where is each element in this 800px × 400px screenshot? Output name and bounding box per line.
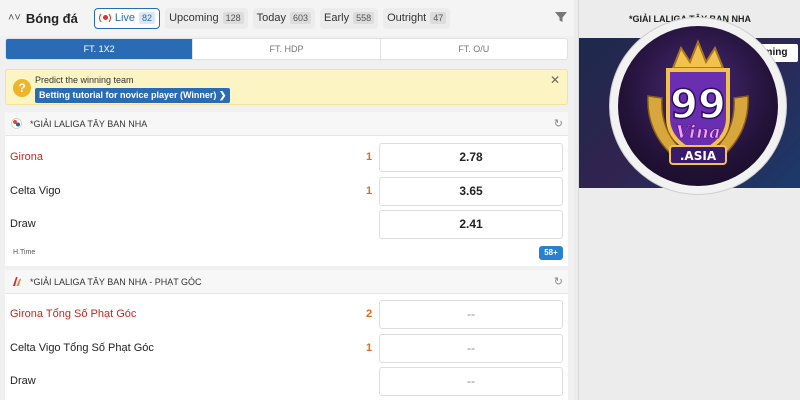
live-broadcast-icon (98, 12, 111, 24)
laliga-logo-icon (11, 118, 22, 129)
team-name: Draw (10, 375, 36, 387)
tab-ft-1x2[interactable]: FT. 1X2 (6, 39, 194, 59)
logo-word: Vina (675, 122, 720, 143)
odds-row: Girona 1 2.78 (5, 141, 568, 175)
refresh-icon[interactable]: ↻ (554, 275, 563, 288)
team-name: Celta Vigo Tổng Số Phạt Góc (10, 342, 154, 354)
tab-ft-ou[interactable]: FT. O/U (381, 39, 567, 59)
odds-row: Draw 2.41 (5, 208, 568, 242)
laliga-logo-icon (13, 277, 21, 286)
odds-button[interactable]: -- (379, 300, 563, 329)
odds-button[interactable]: -- (379, 334, 563, 363)
odds-row: Girona Tổng Số Phạt Góc 2 -- (5, 298, 568, 332)
team-name: Draw (10, 218, 36, 230)
tab-label: Outright (387, 12, 427, 24)
left-column: ˄˅ Bóng đá Live 82 Upcoming 128 Today 60… (0, 0, 574, 400)
refresh-icon[interactable]: ↻ (554, 117, 563, 130)
tab-label: Today (256, 12, 286, 24)
tab-label: Upcoming (169, 12, 219, 24)
help-icon: ? (13, 79, 31, 97)
odds-button[interactable]: 3.65 (379, 177, 563, 206)
score-indicator: 2 (366, 308, 373, 320)
sport-header: ˄˅ Bóng đá Live 82 Upcoming 128 Today 60… (0, 0, 574, 36)
brand-logo: 99 Vina .ASIA (610, 18, 786, 194)
close-icon[interactable]: ✕ (550, 73, 560, 87)
odds-button[interactable]: 2.78 (379, 143, 563, 172)
team-name: Celta Vigo (10, 185, 61, 197)
tab-label: Early (324, 12, 350, 24)
league-section: *GIẢI LALIGA TÂY BAN NHA - PHẠT GÓC ↻ Gi… (5, 270, 568, 400)
prediction-notice: ? Predict the winning team Betting tutor… (5, 69, 568, 105)
league-name: *GIẢI LALIGA TÂY BAN NHA (30, 118, 148, 129)
collapse-icon[interactable]: ˄˅ (8, 12, 21, 24)
odds-row: Draw -- (5, 365, 568, 399)
notice-title: Predict the winning team (35, 75, 134, 85)
tab-early[interactable]: Early 558 (320, 7, 379, 29)
tab-count: 128 (222, 12, 244, 24)
tutorial-link[interactable]: Betting tutorial for novice player (Winn… (35, 88, 231, 103)
score-indicator: 1 (366, 151, 373, 163)
team-name: Girona (10, 151, 44, 163)
odds-row: Celta Vigo 1 3.65 (5, 175, 568, 209)
odds-button[interactable]: -- (379, 367, 563, 396)
tab-count: 603 (289, 12, 312, 24)
tab-ft-hdp[interactable]: FT. HDP (193, 39, 381, 59)
sport-title: Bóng đá (25, 10, 78, 26)
league-name: *GIẢI LALIGA TÂY BAN NHA - PHẠT GÓC (30, 276, 202, 287)
filter-icon[interactable] (554, 10, 568, 24)
more-markets-button[interactable]: 58+ (539, 246, 563, 260)
logo-domain: .ASIA (680, 149, 717, 163)
tab-count: 82 (139, 12, 156, 24)
tab-outright[interactable]: Outright 47 (383, 7, 451, 29)
odds-row: Celta Vigo Tổng Số Phạt Góc 1 -- (5, 332, 568, 366)
odds-button[interactable]: 2.41 (379, 210, 563, 239)
tab-today[interactable]: Today 603 (252, 7, 316, 29)
team-name: Girona Tổng Số Phạt Góc (10, 308, 137, 320)
league-section: *GIẢI LALIGA TÂY BAN NHA ↻ Girona 1 2.78… (5, 112, 568, 266)
league-header[interactable]: *GIẢI LALIGA TÂY BAN NHA ↻ (5, 112, 568, 136)
logo-artwork: 99 Vina .ASIA (647, 39, 749, 165)
score-indicator: 1 (366, 185, 373, 197)
league-header[interactable]: *GIẢI LALIGA TÂY BAN NHA - PHẠT GÓC ↻ (5, 270, 568, 294)
score-indicator: 1 (366, 342, 373, 354)
match-time: H.Time (13, 249, 36, 256)
logo-background: 99 Vina .ASIA (618, 26, 778, 186)
tab-live[interactable]: Live 82 (93, 7, 161, 29)
tab-count: 47 (430, 12, 447, 24)
tab-upcoming[interactable]: Upcoming 128 (165, 7, 248, 29)
market-tabs: FT. 1X2 FT. HDP FT. O/U (5, 38, 568, 60)
tab-count: 558 (353, 12, 375, 24)
tab-label: Live (114, 12, 136, 24)
